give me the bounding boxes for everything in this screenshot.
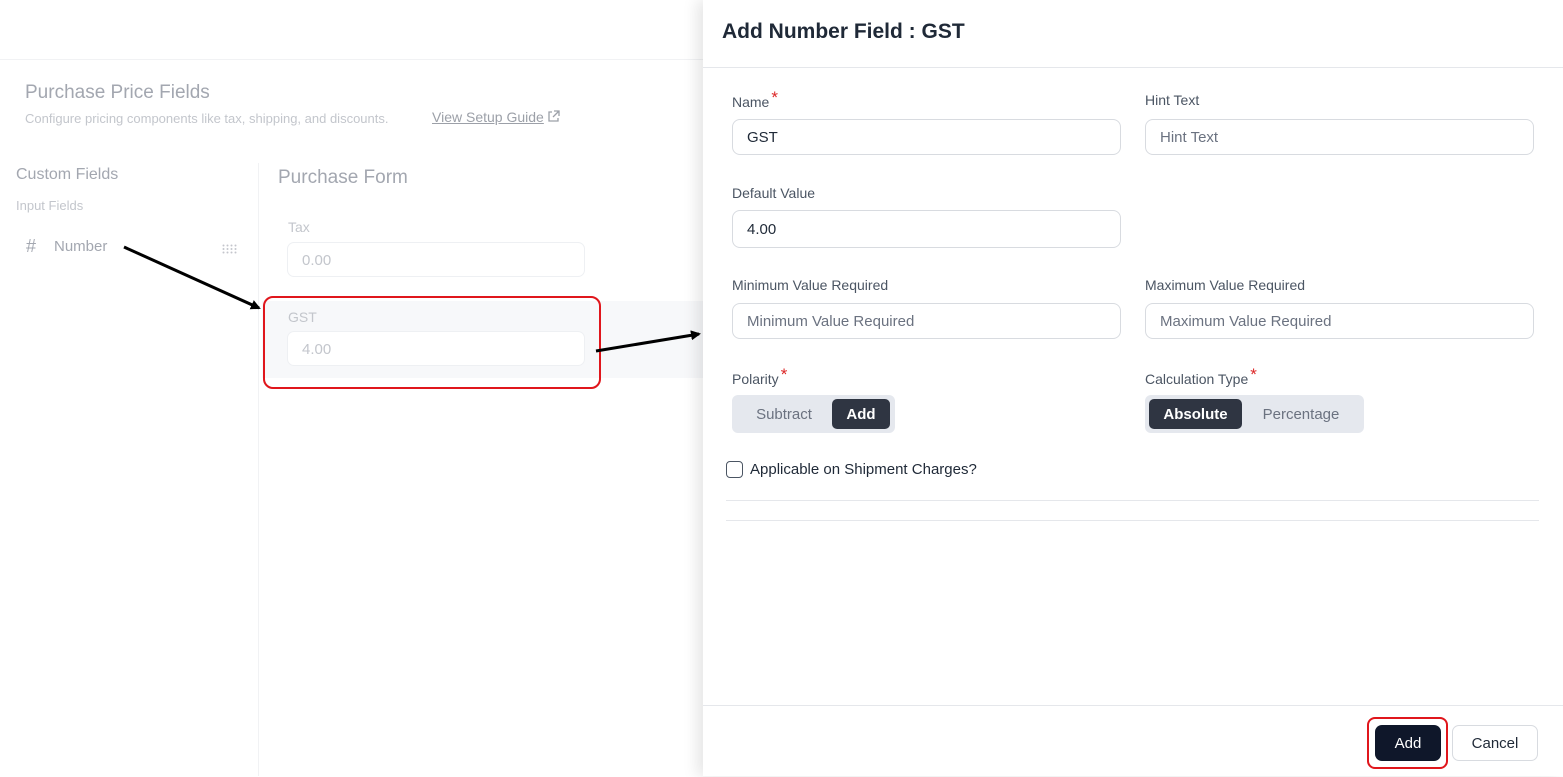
- polarity-label-text: Polarity: [732, 371, 779, 387]
- panel-divider: [258, 163, 259, 776]
- setup-guide-label: View Setup Guide: [432, 109, 544, 125]
- shipment-charges-label[interactable]: Applicable on Shipment Charges?: [750, 461, 977, 478]
- polarity-add-option[interactable]: Add: [832, 399, 890, 429]
- cancel-button[interactable]: Cancel: [1452, 725, 1538, 761]
- polarity-subtract-option[interactable]: Subtract: [736, 399, 832, 429]
- required-asterisk: *: [1250, 365, 1257, 384]
- name-label-text: Name: [732, 94, 770, 110]
- drawer-header: Add Number Field : GST: [703, 0, 1563, 68]
- shipment-charges-row: Applicable on Shipment Charges?: [726, 458, 977, 480]
- required-asterisk: *: [780, 365, 788, 384]
- maximum-value-label: Maximum Value Required: [1145, 277, 1306, 293]
- page-subtitle: Configure pricing components like tax, s…: [25, 111, 389, 126]
- top-bar: [0, 0, 703, 60]
- tax-field-label: Tax: [288, 219, 310, 235]
- polarity-toggle: Subtract Add: [732, 395, 895, 433]
- number-field-item[interactable]: # Number: [26, 236, 240, 258]
- name-input[interactable]: [732, 119, 1121, 155]
- input-fields-subtitle: Input Fields: [16, 198, 84, 213]
- maximum-value-input[interactable]: [1145, 303, 1534, 339]
- section-divider: [726, 500, 1539, 501]
- tax-field-input[interactable]: 0.00: [287, 242, 585, 277]
- number-field-label: Number: [54, 238, 108, 255]
- external-link-icon: [547, 110, 560, 126]
- drawer-footer: Add Cancel: [703, 705, 1563, 777]
- hash-icon: #: [26, 236, 37, 256]
- purchase-form-title: Purchase Form: [278, 167, 408, 188]
- name-label: Name *: [732, 88, 778, 112]
- default-value-input[interactable]: [732, 210, 1121, 248]
- gst-highlight-box: [263, 296, 601, 389]
- add-number-field-drawer: Add Number Field : GST Name* Hint Text D…: [703, 0, 1563, 776]
- drag-handle-icon[interactable]: [222, 241, 238, 258]
- hint-text-label: Hint Text: [1145, 92, 1200, 108]
- required-asterisk: *: [771, 88, 778, 107]
- view-setup-guide-link[interactable]: View Setup Guide: [432, 109, 560, 126]
- calculation-percentage-option[interactable]: Percentage: [1242, 399, 1360, 429]
- section-divider: [726, 520, 1539, 521]
- default-value-label: Default Value: [732, 185, 816, 201]
- drawer-title: Add Number Field : GST: [722, 20, 965, 43]
- minimum-value-input[interactable]: [732, 303, 1121, 339]
- custom-fields-title: Custom Fields: [16, 166, 119, 183]
- page-title: Purchase Price Fields: [25, 82, 210, 103]
- minimum-value-label: Minimum Value Required: [732, 277, 889, 293]
- calculation-type-label-text: Calculation Type: [1145, 371, 1249, 387]
- shipment-charges-checkbox[interactable]: [726, 460, 743, 478]
- calculation-type-label: Calculation Type *: [1145, 365, 1257, 389]
- polarity-label: Polarity *: [732, 365, 787, 389]
- add-button[interactable]: Add: [1375, 725, 1441, 761]
- hint-text-input[interactable]: [1145, 119, 1534, 155]
- calculation-absolute-option[interactable]: Absolute: [1149, 399, 1242, 429]
- calculation-type-toggle: Absolute Percentage: [1145, 395, 1364, 433]
